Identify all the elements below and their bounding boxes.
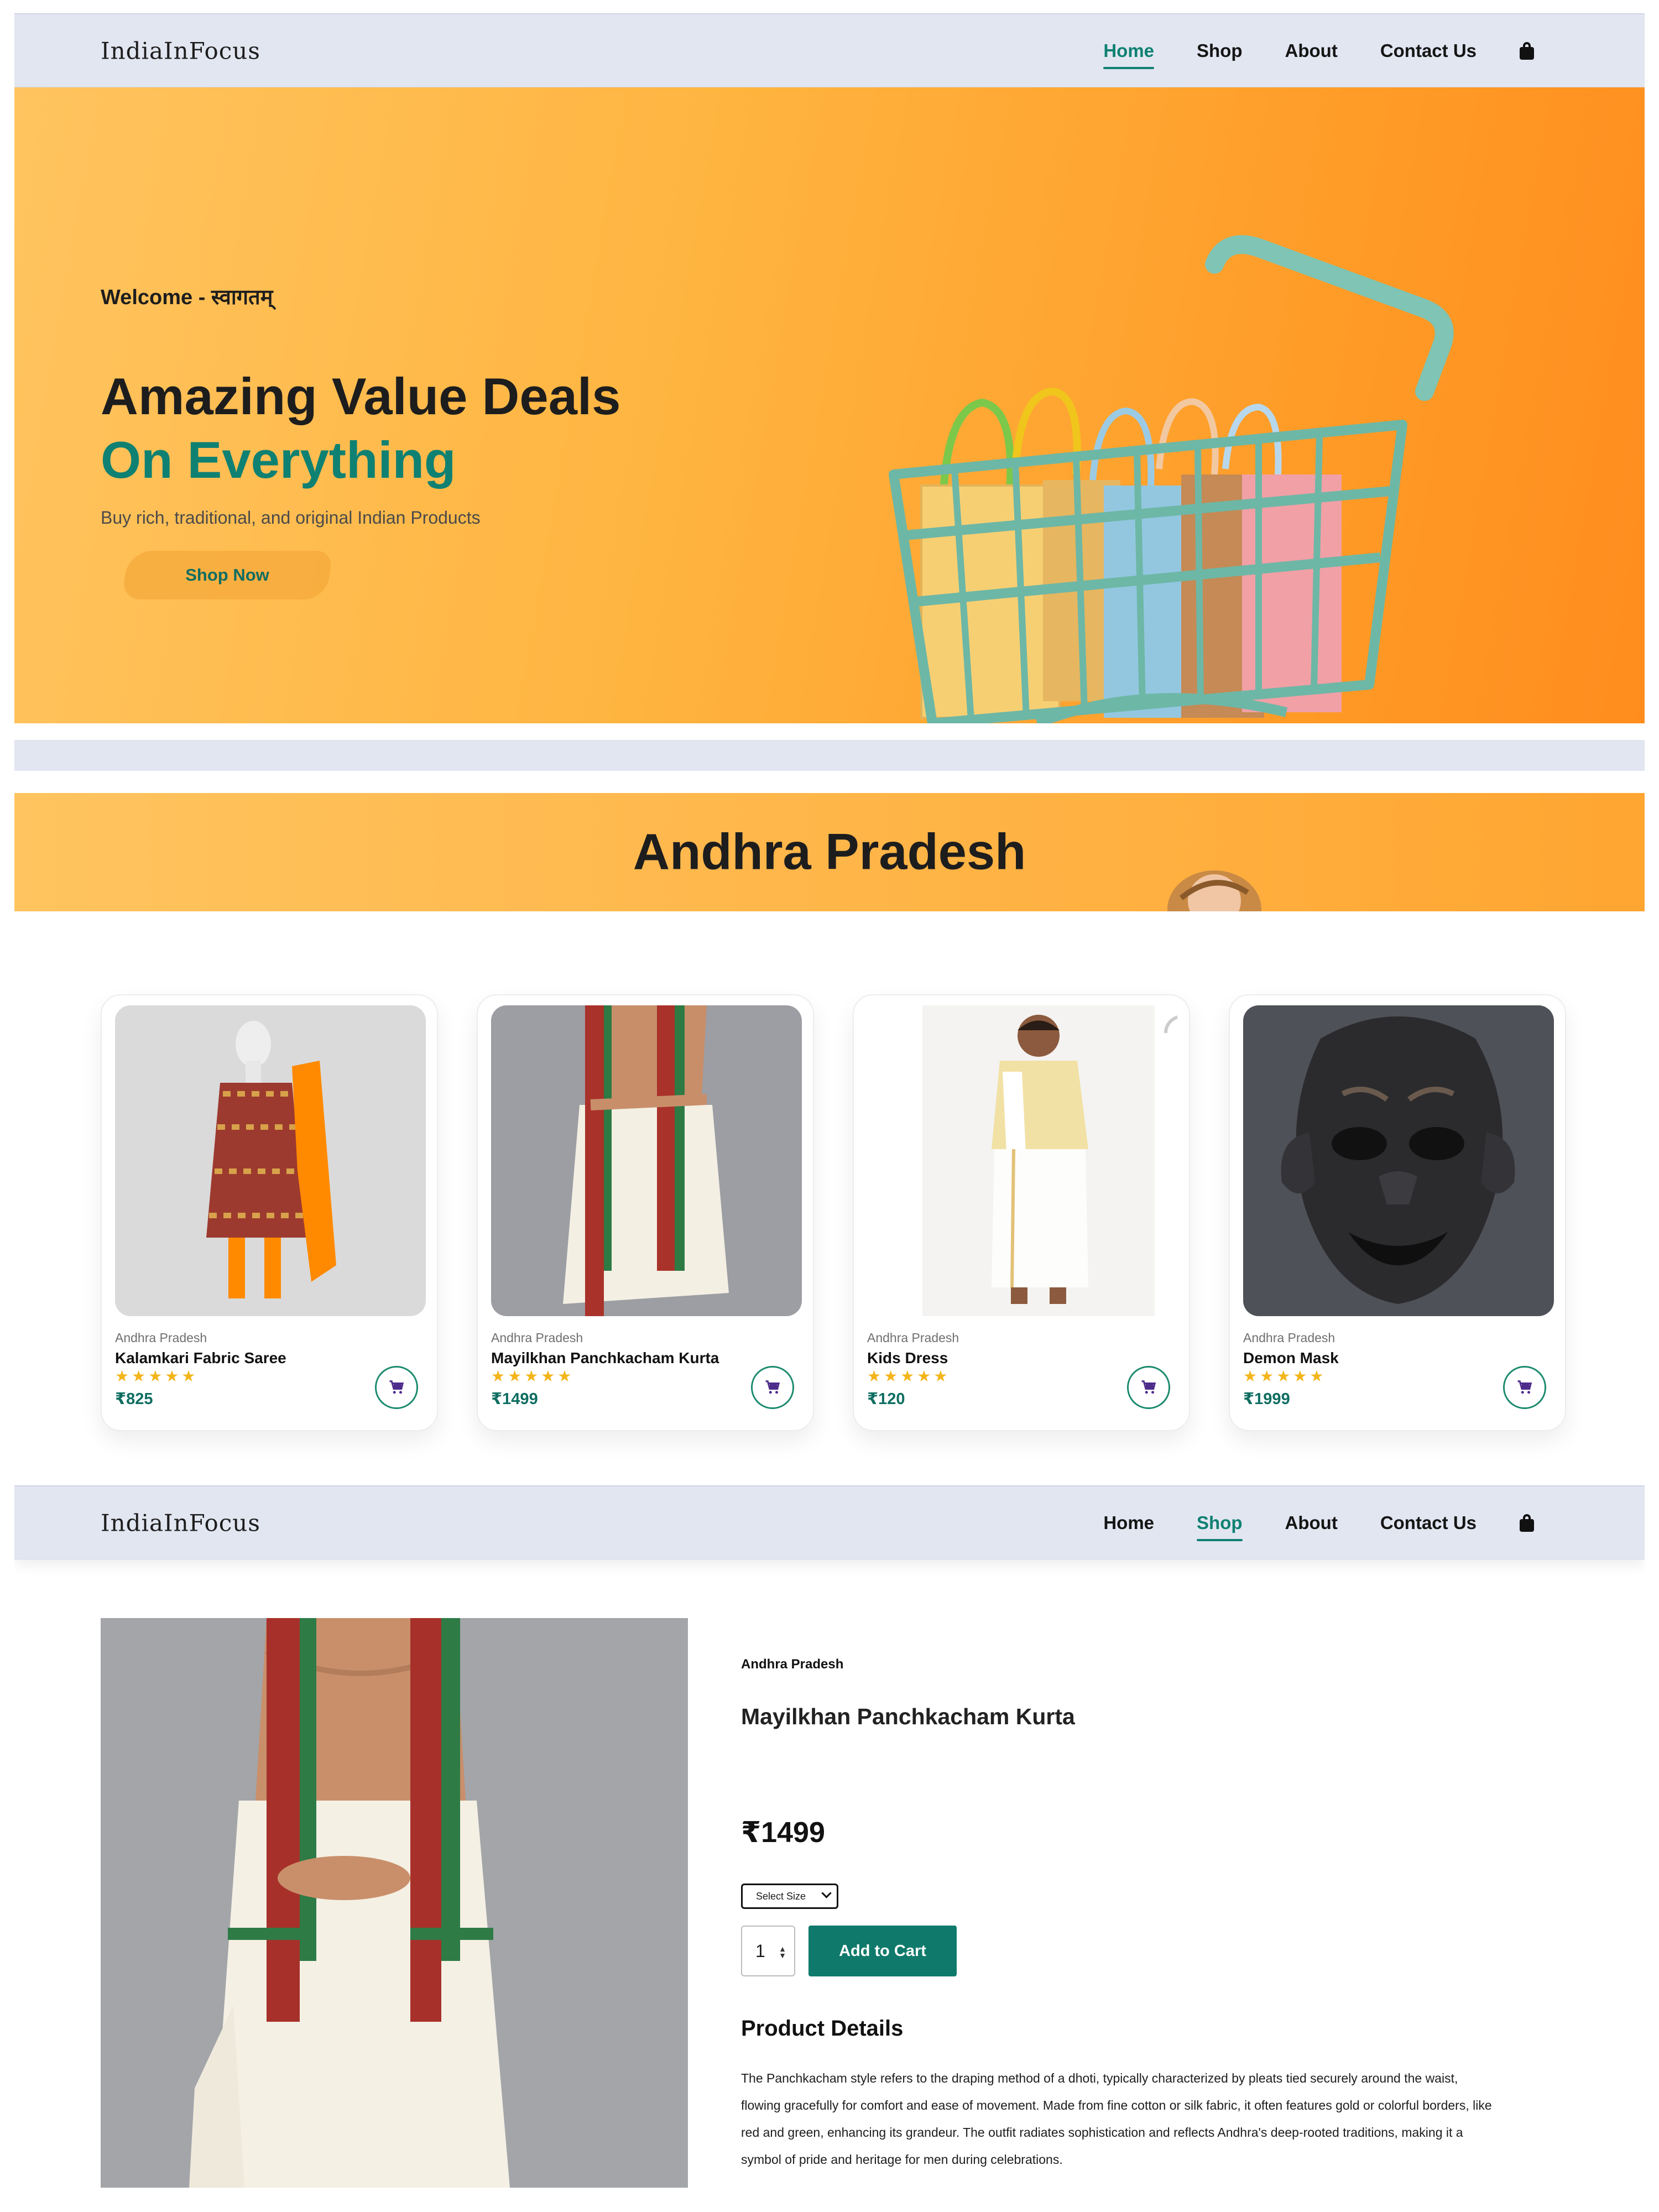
shop-now-button[interactable]: Shop Now: [121, 551, 333, 599]
hero-subtitle: Buy rich, traditional, and original Indi…: [101, 508, 481, 528]
product-rating: ★★★★★: [867, 1368, 951, 1385]
add-to-cart-button[interactable]: [751, 1366, 794, 1409]
product-details-heading: Product Details: [741, 2016, 904, 2041]
nav-about[interactable]: About: [1285, 40, 1338, 61]
hero-banner: Welcome - स्वागतम् Amazing Value Deals O…: [14, 87, 1645, 723]
product-name[interactable]: Kids Dress: [867, 1349, 948, 1367]
top-nav: IndiaInFocus Home Shop About Contact Us: [14, 13, 1645, 87]
nav-links: Home Shop About Contact Us: [1061, 40, 1534, 69]
product-price: ₹1499: [491, 1390, 538, 1408]
product-price: ₹1999: [1243, 1390, 1290, 1408]
add-to-cart-button[interactable]: [1503, 1366, 1546, 1409]
cart-icon: [765, 1380, 780, 1394]
nav-shop[interactable]: Shop: [1197, 40, 1242, 61]
nav-contact[interactable]: Contact Us: [1380, 40, 1477, 61]
product-rating: ★★★★★: [115, 1368, 199, 1385]
shop-now-label: Shop Now: [185, 565, 269, 585]
add-to-cart-button[interactable]: [375, 1366, 418, 1409]
region-page: Andhra Pradesh Andhra Pradesh Kalamkari …: [14, 740, 1645, 1471]
nav-home[interactable]: Home: [1103, 40, 1154, 69]
product-region: Andhra Pradesh: [115, 1331, 207, 1345]
product-card[interactable]: Andhra Pradesh Kalamkari Fabric Saree ★★…: [101, 994, 438, 1431]
cart-icon: [1141, 1380, 1156, 1394]
nav-strip: [14, 740, 1645, 771]
site-logo[interactable]: IndiaInFocus: [101, 37, 260, 64]
nav-home[interactable]: Home: [1103, 1512, 1154, 1533]
product-price: ₹825: [115, 1390, 153, 1408]
product-image-panchkacham: [491, 1005, 802, 1316]
product-detail-page: IndiaInFocus Home Shop About Contact Us …: [14, 1485, 1645, 2212]
product-card[interactable]: Andhra Pradesh Mayilkhan Panchkacham Kur…: [477, 994, 814, 1431]
product-image-kids-dress: [867, 1005, 1178, 1316]
product-region: Andhra Pradesh: [741, 1657, 844, 1672]
shopping-bag-icon[interactable]: [1520, 41, 1534, 60]
cart-icon: [1517, 1380, 1532, 1394]
size-select-value: Select Size: [756, 1890, 806, 1902]
product-name[interactable]: Demon Mask: [1243, 1349, 1339, 1367]
nav-links: Home Shop About Contact Us: [1061, 1512, 1534, 1541]
nav-contact[interactable]: Contact Us: [1380, 1512, 1477, 1533]
nav-about[interactable]: About: [1285, 1512, 1338, 1533]
product-title: Mayilkhan Panchkacham Kurta: [741, 1704, 1075, 1729]
cart-icon: [389, 1380, 404, 1394]
product-image-saree: [115, 1005, 426, 1316]
product-price: ₹1499: [741, 1817, 825, 1849]
product-region: Andhra Pradesh: [1243, 1331, 1335, 1345]
home-page: IndiaInFocus Home Shop About Contact Us …: [14, 13, 1645, 726]
chevron-down-icon: [821, 1888, 832, 1898]
product-description: The Panchkacham style refers to the drap…: [741, 2071, 1492, 2167]
size-select[interactable]: Select Size: [741, 1884, 838, 1909]
product-image-demon-mask: [1243, 1005, 1554, 1316]
product-card[interactable]: Andhra Pradesh Kids Dress ★★★★★ ₹120: [853, 994, 1190, 1431]
region-banner: Andhra Pradesh: [14, 793, 1645, 911]
shopping-cart-illustration: [889, 235, 1454, 723]
product-region: Andhra Pradesh: [867, 1331, 959, 1345]
site-logo[interactable]: IndiaInFocus: [101, 1509, 260, 1536]
hero-title-line2: On Everything: [101, 431, 456, 489]
product-name[interactable]: Mayilkhan Panchkacham Kurta: [491, 1349, 719, 1367]
product-rating: ★★★★★: [1243, 1368, 1327, 1385]
add-to-cart-button[interactable]: Add to Cart: [808, 1926, 957, 1976]
product-card[interactable]: Andhra Pradesh Demon Mask ★★★★★ ₹1999: [1229, 994, 1566, 1431]
product-name[interactable]: Kalamkari Fabric Saree: [115, 1349, 286, 1367]
add-to-cart-button[interactable]: [1127, 1366, 1170, 1409]
detail-nav: IndiaInFocus Home Shop About Contact Us: [14, 1485, 1645, 1559]
nav-shop[interactable]: Shop: [1197, 1512, 1243, 1541]
region-title: Andhra Pradesh: [633, 823, 1026, 880]
hero-welcome: Welcome - स्वागतम्: [101, 286, 273, 309]
quantity-value: 1: [755, 1940, 765, 1961]
product-price: ₹120: [867, 1390, 905, 1408]
quantity-input[interactable]: 1 ▲ ▼: [741, 1926, 795, 1976]
product-rating: ★★★★★: [491, 1368, 575, 1385]
quantity-stepper-icon[interactable]: ▲ ▼: [779, 1945, 786, 1959]
hero-title-line1: Amazing Value Deals: [101, 367, 621, 425]
product-detail-image: [101, 1618, 688, 2188]
product-region: Andhra Pradesh: [491, 1331, 583, 1345]
product-grid: Andhra Pradesh Kalamkari Fabric Saree ★★…: [101, 994, 1605, 1431]
shopping-bag-icon[interactable]: [1520, 1514, 1534, 1532]
